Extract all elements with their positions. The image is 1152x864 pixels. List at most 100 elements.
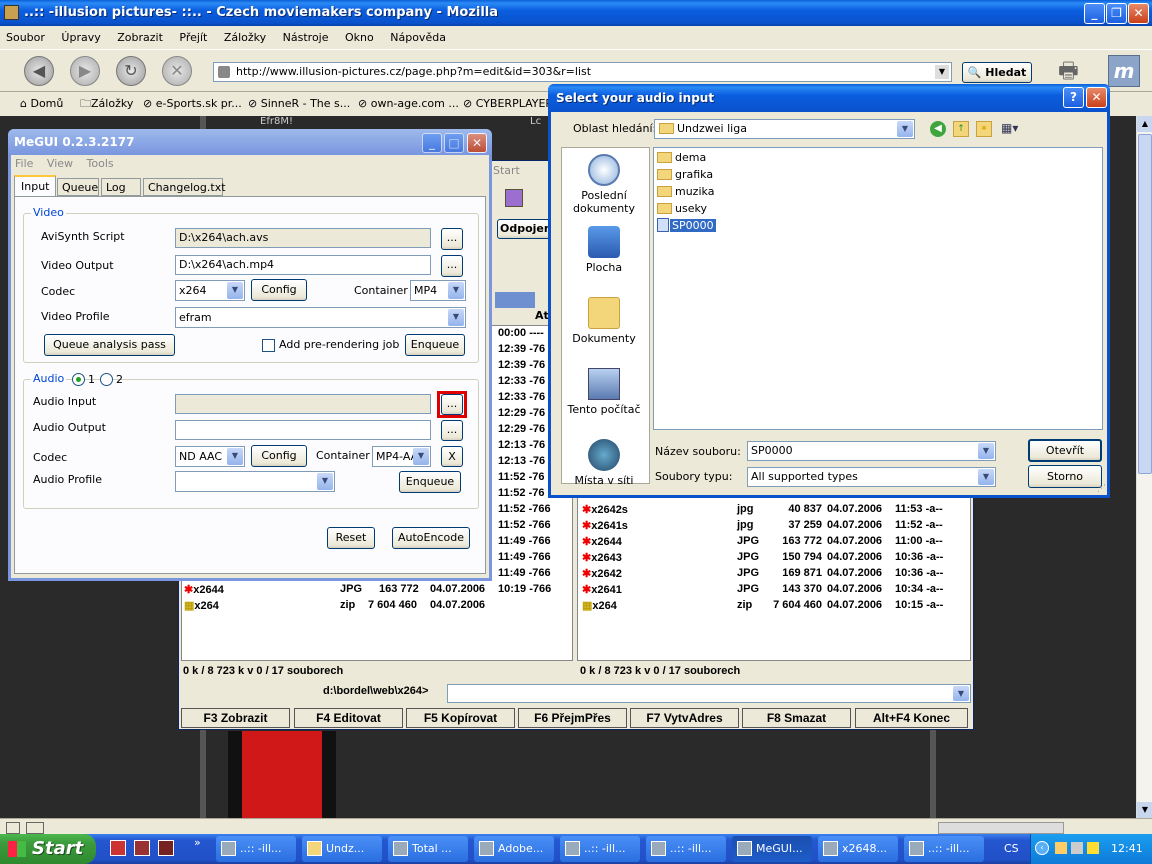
tc-tool-icon[interactable] [505, 189, 523, 207]
bookmark-zalozky[interactable]: 🗀Záložky [80, 93, 133, 115]
avisynth-script-field[interactable]: D:\x264\ach.avs [175, 228, 431, 248]
print-icon[interactable]: 🖶 [1058, 54, 1088, 84]
new-folder-icon[interactable]: ✶ [976, 121, 992, 137]
menu-okno[interactable]: Okno [345, 31, 374, 44]
tc-right-row[interactable]: ✱x2641 [582, 583, 622, 596]
start-button[interactable]: Start [0, 834, 96, 864]
back-icon[interactable]: ◀ [930, 121, 946, 137]
f8-delete-button[interactable]: F8 Smazat [742, 708, 851, 728]
dialog-close-button[interactable]: ✕ [1086, 87, 1107, 108]
f3-view-button[interactable]: F3 Zobrazit [181, 708, 290, 728]
quicklaunch-icon[interactable] [110, 840, 126, 856]
video-config-button[interactable]: Config [251, 279, 307, 301]
megui-menu-tools[interactable]: Tools [87, 157, 114, 170]
tc-right-row[interactable]: ✱x2642 [582, 567, 622, 580]
tc-left-row[interactable]: ✱x2644 [184, 583, 224, 596]
audio-output-field[interactable] [175, 420, 431, 440]
tab-queue[interactable]: Queue [57, 178, 99, 196]
dialog-help-button[interactable]: ? [1063, 87, 1084, 108]
taskbar-item[interactable]: Total ... [388, 836, 468, 862]
browser-close-button[interactable]: ✕ [1128, 3, 1149, 24]
tab-log[interactable]: Log [101, 178, 141, 196]
taskbar-item[interactable]: ..:: -ill... [646, 836, 726, 862]
video-codec-select[interactable]: x264 ▼ [175, 280, 245, 301]
taskbar-item[interactable]: Undz... [302, 836, 382, 862]
audio-output-browse-button[interactable]: ... [441, 420, 463, 441]
tc-command-line[interactable]: ▼ [447, 684, 971, 703]
url-bar[interactable]: http://www.illusion-pictures.cz/page.php… [213, 62, 952, 82]
tray-icon[interactable] [1087, 842, 1099, 854]
lookin-select[interactable]: Undzwei liga ▼ [654, 119, 915, 139]
taskbar-item-active[interactable]: MeGUI... [732, 836, 812, 862]
tc-right-row[interactable]: ▦x264 [582, 599, 617, 612]
menu-napoveda[interactable]: Nápověda [390, 31, 446, 44]
place-recent[interactable]: Poslední dokumenty [559, 154, 649, 215]
menu-zalozky[interactable]: Záložky [224, 31, 266, 44]
place-network[interactable]: Místa v síti [559, 439, 649, 487]
taskbar-item[interactable]: ..:: -ill... [560, 836, 640, 862]
bookmark-sinner[interactable]: ⊘ SinneR - The s... [248, 93, 350, 115]
autoencode-button[interactable]: AutoEncode [392, 527, 470, 549]
tc-right-row[interactable]: ✱x2642s [582, 503, 628, 516]
video-profile-select[interactable]: efram ▼ [175, 307, 466, 328]
tab-changelog[interactable]: Changelog.txt [143, 178, 226, 196]
tc-odpojeni-button[interactable]: Odpojeni [497, 219, 551, 239]
tray-icon[interactable] [1055, 842, 1067, 854]
f4-edit-button[interactable]: F4 Editovat [294, 708, 403, 728]
scroll-thumb[interactable] [1138, 134, 1152, 474]
video-enqueue-button[interactable]: Enqueue [405, 334, 465, 356]
page-scrollbar[interactable]: ▲ ▼ [1136, 116, 1152, 818]
audio-input-browse-button[interactable]: ... [441, 394, 463, 415]
file-item-folder[interactable]: grafika [657, 167, 713, 183]
bookmark-ownage[interactable]: ⊘ own-age.com ... [358, 93, 459, 115]
back-icon[interactable]: ◀ [24, 56, 54, 86]
menu-prejit[interactable]: Přejít [179, 31, 207, 44]
audio-container-select[interactable]: MP4-AAC ▼ [372, 446, 431, 467]
f7-mkdir-button[interactable]: F7 VytvAdres [630, 708, 739, 728]
url-dropdown-icon[interactable]: ▼ [935, 65, 949, 79]
tray-expand-icon[interactable]: ‹ [1035, 841, 1049, 855]
tc-left-row[interactable]: ▦x264 [184, 599, 219, 612]
f6-move-button[interactable]: F6 PřejmPřes [518, 708, 627, 728]
audio-config-button[interactable]: Config [251, 445, 307, 467]
scroll-down-icon[interactable]: ▼ [1137, 802, 1152, 818]
up-folder-icon[interactable]: ↑ [953, 121, 969, 137]
tc-command-dropdown-icon[interactable]: ▼ [953, 686, 969, 701]
browser-restore-button[interactable]: ❐ [1106, 3, 1127, 24]
open-button[interactable]: Otevřít [1028, 439, 1102, 462]
filetype-select[interactable]: All supported types ▼ [747, 467, 996, 487]
audio-radio-1[interactable] [72, 373, 85, 386]
filename-field[interactable]: SP0000 ▼ [747, 441, 996, 461]
stop-icon[interactable]: ✕ [162, 56, 192, 86]
place-desktop[interactable]: Plocha [559, 226, 649, 274]
reset-button[interactable]: Reset [327, 527, 375, 549]
reload-icon[interactable]: ↻ [116, 56, 146, 86]
bookmark-home[interactable]: ⌂ Domů [20, 93, 63, 115]
queue-analysis-button[interactable]: Queue analysis pass [44, 334, 175, 356]
place-computer[interactable]: Tento počítač [559, 368, 649, 416]
search-button[interactable]: 🔍 Hledat [962, 62, 1032, 83]
audio-codec-select[interactable]: ND AAC ▼ [175, 446, 245, 467]
forward-icon[interactable]: ▶ [70, 56, 100, 86]
audio-input-field[interactable] [175, 394, 431, 414]
avisynth-browse-button[interactable]: ... [441, 228, 463, 250]
language-indicator[interactable]: CS [1004, 842, 1019, 855]
audio-clear-button[interactable]: X [441, 446, 463, 467]
cancel-button[interactable]: Storno [1028, 465, 1102, 488]
audio-enqueue-button[interactable]: Enqueue [399, 471, 461, 493]
tc-right-row[interactable]: ✱x2643 [582, 551, 622, 564]
video-output-browse-button[interactable]: ... [441, 255, 463, 277]
megui-maximize-button[interactable]: □ [444, 133, 464, 153]
taskbar-item[interactable]: x2648... [818, 836, 898, 862]
menu-upravy[interactable]: Úpravy [61, 31, 100, 44]
video-output-field[interactable]: D:\x264\ach.mp4 [175, 255, 431, 275]
taskbar-item[interactable]: ..:: -ill... [904, 836, 984, 862]
file-item-folder[interactable]: muzika [657, 184, 714, 200]
scroll-up-icon[interactable]: ▲ [1137, 116, 1152, 132]
altf4-exit-button[interactable]: Alt+F4 Konec [855, 708, 968, 728]
taskbar-item[interactable]: ..:: -ill... [216, 836, 296, 862]
file-item-selected[interactable]: SP0000 [657, 218, 716, 234]
audio-radio-2[interactable] [100, 373, 113, 386]
quicklaunch-icon[interactable] [158, 840, 174, 856]
video-container-select[interactable]: MP4 ▼ [410, 280, 466, 301]
